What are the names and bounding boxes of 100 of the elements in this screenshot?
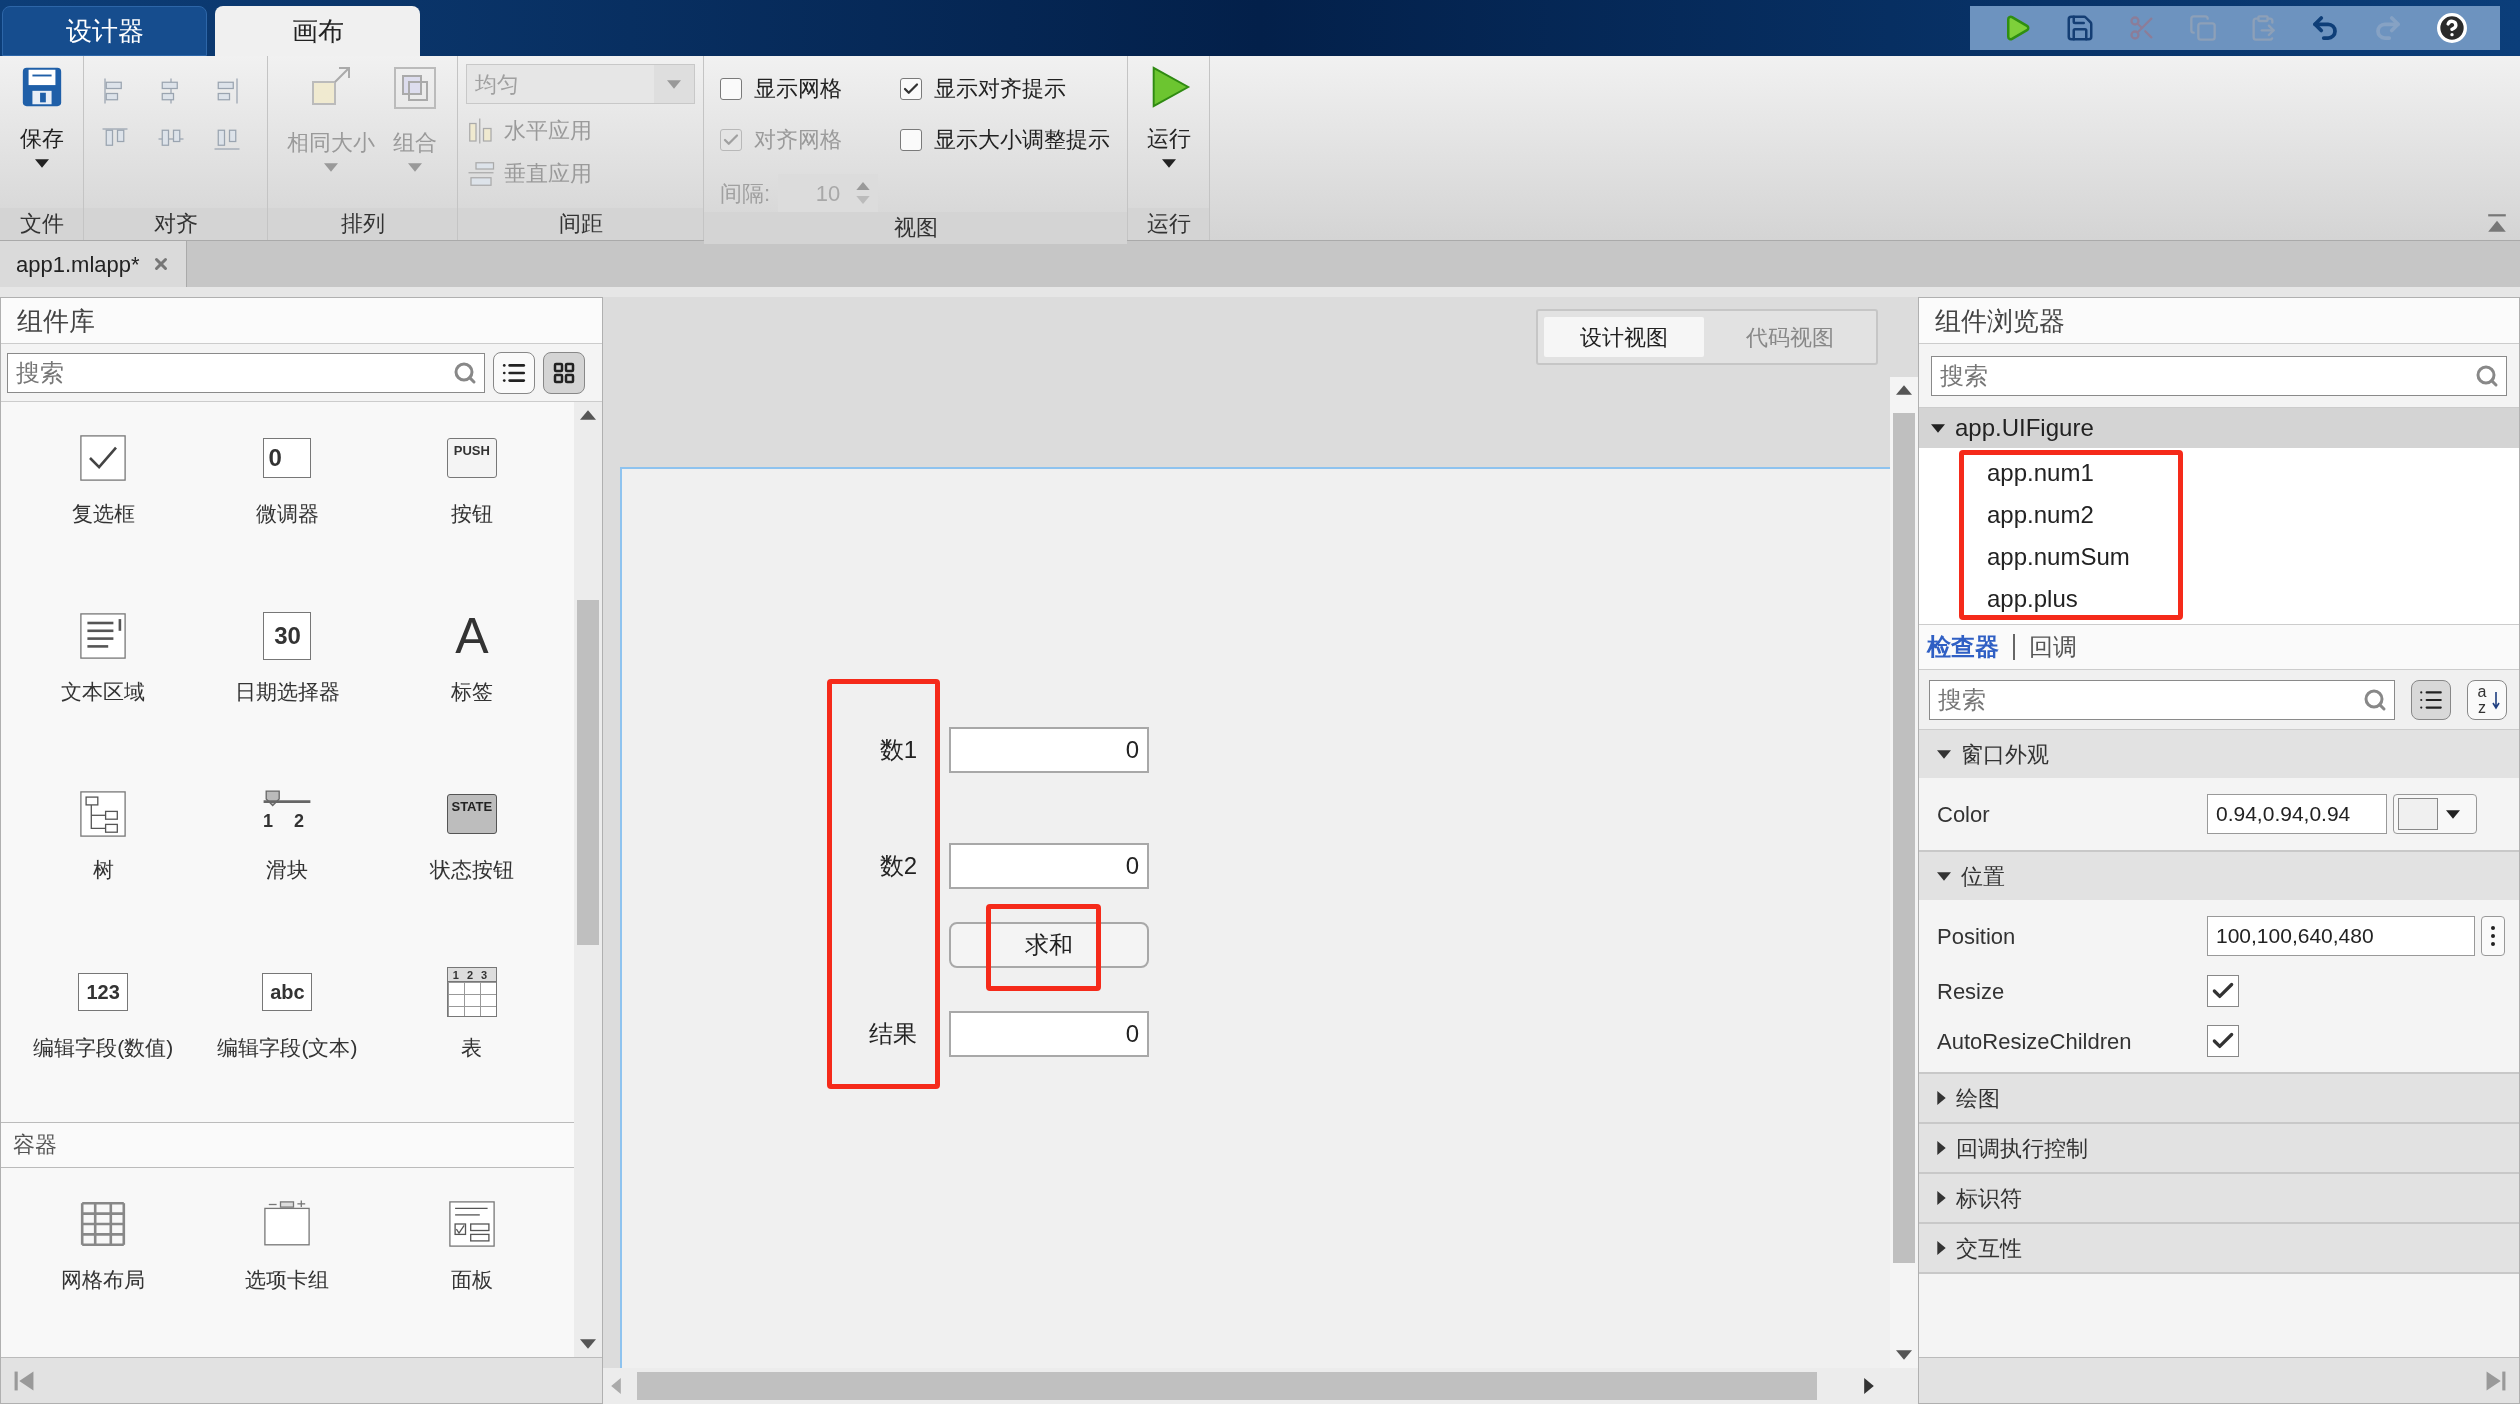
component-tile[interactable]: A 标签 [379, 580, 564, 758]
property-name: Color [1937, 800, 1991, 829]
component-label: 状态按钮 [429, 857, 514, 883]
component-label: 微调器 [256, 501, 319, 527]
component-label: 文本区域 [61, 679, 146, 705]
checkbox-label: 显示网格 [754, 75, 842, 103]
label-icon: A [455, 610, 489, 662]
component-tile[interactable]: STATE 状态按钮 [379, 758, 564, 936]
edit-field-icon: abc [262, 973, 313, 1011]
component-tile[interactable]: 文本区域 [11, 580, 196, 758]
field-label: 结果 [868, 1019, 917, 1049]
ribbon-tab[interactable]: 画布 [215, 6, 420, 56]
expand-icon [1937, 1191, 1946, 1205]
section-header[interactable]: 位置 [1919, 852, 2519, 900]
dropdown-arrow-icon [667, 79, 681, 89]
tree-item[interactable]: app.plus [1919, 578, 2519, 620]
interval-label: 间隔: [720, 179, 771, 208]
list-view-button[interactable] [493, 351, 535, 394]
search-icon [2363, 687, 2387, 712]
component-tile[interactable]: 0 微调器 [195, 402, 380, 580]
section-header[interactable]: 交互性 [1919, 1224, 2519, 1272]
dropdown-arrow-icon [1161, 159, 1176, 168]
component-tile[interactable]: 30 日期选择器 [195, 580, 380, 758]
dropdown-arrow-icon [407, 163, 422, 172]
checkbox[interactable] [900, 128, 922, 151]
component-tile[interactable]: 123 编辑字段(数值) [11, 936, 196, 1114]
dropdown-arrow-icon [323, 163, 338, 172]
property-field[interactable]: 0.94,0.94,0.94 [2207, 794, 2387, 834]
scroll-down-icon [1896, 1350, 1912, 1360]
calendar-icon: 30 [263, 612, 312, 660]
component-tile[interactable]: 树 [11, 758, 196, 936]
inspector-tab[interactable]: 回调 [2029, 629, 2077, 665]
property-name: AutoResizeChildren [1937, 1027, 2133, 1056]
expand-icon [1937, 1141, 1946, 1155]
sort-button[interactable]: az [2467, 679, 2507, 720]
search-field[interactable]: 搜索 [1929, 679, 2395, 720]
component-label: 选项卡组 [245, 1267, 330, 1293]
dropdown-arrow-icon [34, 159, 49, 168]
tree-item[interactable]: app.numSum [1919, 536, 2519, 578]
component-tile[interactable]: 复选框 [11, 402, 196, 580]
help-icon[interactable] [2435, 12, 2468, 44]
grid-view-button[interactable] [543, 351, 585, 394]
checkbox[interactable] [720, 77, 742, 100]
component-tile[interactable]: 1 2 滑块 [195, 758, 380, 936]
checkbox[interactable] [900, 77, 922, 100]
search-field[interactable]: 搜索 [1931, 355, 2507, 396]
component-tile[interactable]: 网格布局 [11, 1168, 196, 1346]
scroll-up-icon [1896, 385, 1912, 395]
inspector-tab[interactable]: 检查器 [1927, 629, 1999, 665]
vertical-scrollbar[interactable] [1890, 377, 1918, 1368]
component-label: 网格布局 [61, 1267, 146, 1293]
component-label: 表 [461, 1035, 483, 1061]
scroll-down-icon [580, 1339, 596, 1349]
search-field[interactable]: 搜索 [7, 352, 485, 393]
component-label: 标签 [450, 679, 493, 705]
section-header[interactable]: 绘图 [1919, 1074, 2519, 1122]
horizontal-scrollbar[interactable] [603, 1368, 1918, 1404]
checkbox-label: 对齐网格 [754, 126, 842, 154]
more-icon [2491, 926, 2495, 946]
run-button[interactable]: 运行 [1136, 64, 1201, 208]
section-header[interactable]: 标识符 [1919, 1174, 2519, 1222]
numeric-field[interactable]: 0 [949, 727, 1149, 773]
expand-icon [1937, 871, 1951, 881]
tree-item[interactable]: app.num2 [1919, 494, 2519, 536]
save-button[interactable]: 保存 [8, 64, 75, 208]
numeric-field[interactable]: 0 [949, 843, 1149, 889]
color-dropdown[interactable] [2393, 794, 2477, 834]
section-header[interactable]: 窗口外观 [1919, 730, 2519, 778]
expand-icon [1937, 1241, 1946, 1255]
document-tab[interactable]: app1.mlapp* [0, 241, 187, 287]
more-button[interactable] [2481, 916, 2505, 956]
edit-field-icon: 123 [78, 973, 129, 1011]
group-label: 视图 [704, 212, 1127, 244]
component-tile[interactable]: 选项卡组 [195, 1168, 380, 1346]
scroll-right-icon [1864, 1378, 1874, 1394]
expand-icon [1931, 423, 1945, 433]
component-tile[interactable]: 面板 [379, 1168, 564, 1346]
vertical-scrollbar[interactable] [574, 402, 602, 1357]
collapse-toolstrip-icon[interactable] [2486, 212, 2508, 234]
ribbon-tab[interactable]: 设计器 [2, 6, 207, 56]
component-tile[interactable]: PUSH 按钮 [379, 402, 564, 580]
view-tab[interactable]: 设计视图 [1544, 317, 1704, 357]
tree-item[interactable]: app.num1 [1919, 452, 2519, 494]
tree-node[interactable]: app.UIFigure [1919, 408, 2519, 448]
collapse-left-icon[interactable] [13, 1369, 35, 1392]
component-label: 树 [92, 857, 114, 883]
checkbox[interactable] [2207, 975, 2239, 1007]
increment-icon [856, 182, 871, 190]
group-view-button[interactable] [2411, 679, 2451, 720]
field-label: 数1 [878, 735, 917, 765]
spinner-icon: 0 [263, 438, 312, 478]
checkbox[interactable] [2207, 1025, 2239, 1057]
component-tile[interactable]: abc 编辑字段(文本) [195, 936, 380, 1114]
numeric-field[interactable]: 0 [949, 1011, 1149, 1057]
component-tile[interactable]: 123 表 [379, 936, 564, 1114]
property-field[interactable]: 100,100,640,480 [2207, 916, 2475, 956]
section-header[interactable]: 回调执行控制 [1919, 1124, 2519, 1172]
sum-button[interactable]: 求和 [949, 922, 1149, 968]
collapse-right-icon[interactable] [2485, 1369, 2507, 1392]
dropdown-arrow-icon [2446, 809, 2460, 819]
